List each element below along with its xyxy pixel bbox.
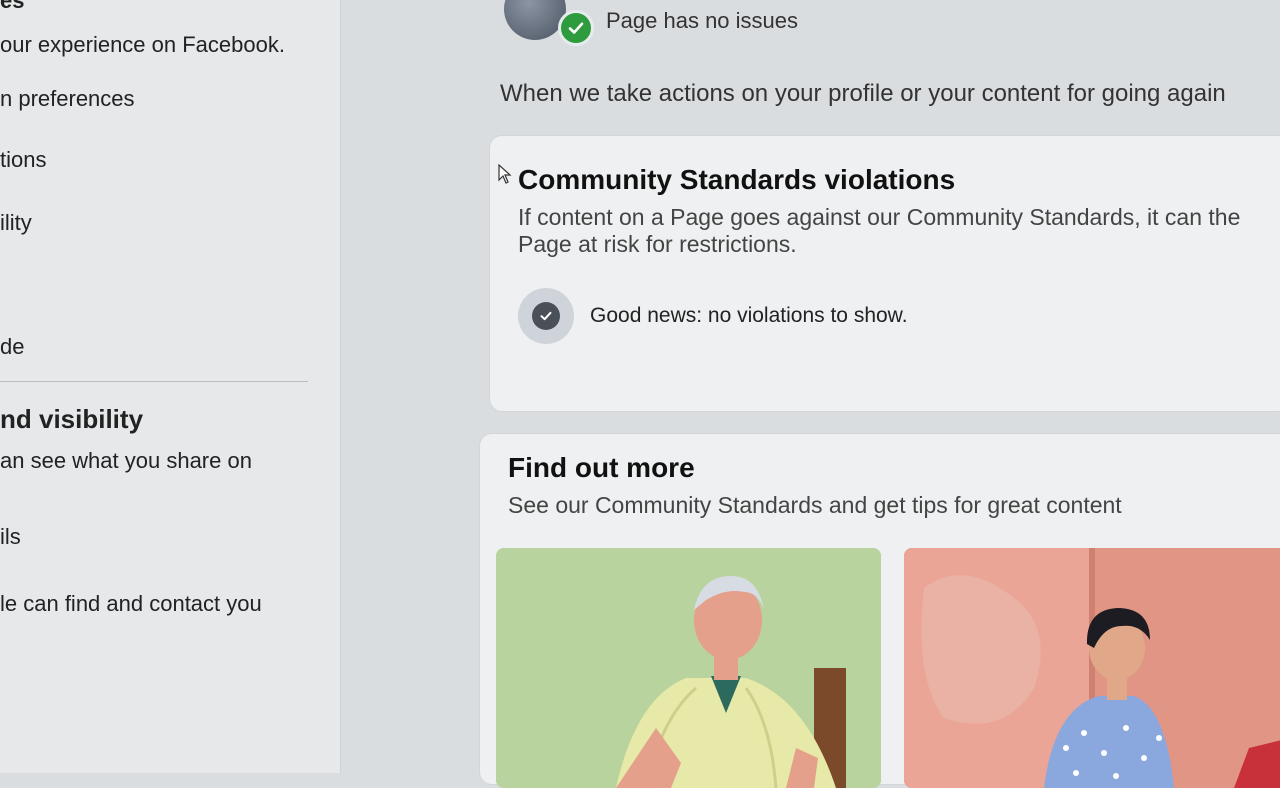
find-out-more-title: Find out more [508,452,695,483]
tip-card-image[interactable] [904,548,1280,788]
main-content: Page has no issues When we take actions … [342,0,1280,788]
sidebar-item-notifications[interactable]: tions [0,147,46,173]
cursor-icon [498,163,512,190]
no-violations-icon [518,288,574,344]
sidebar-subtitle: our experience on Facebook. [0,32,285,57]
intro-text: When we take actions on your profile or … [500,80,1226,107]
illustration-elderly-man [496,548,881,788]
sidebar-item-accessibility[interactable]: ility [0,210,32,236]
sidebar-divider [0,381,308,382]
violations-card: Community Standards violations If conten… [490,136,1280,411]
violations-description: If content on a Page goes against our Co… [518,204,1241,257]
illustration-woman [904,548,1280,788]
avatar[interactable] [504,0,566,40]
page-status-text: Page has no issues [606,8,799,33]
sidebar-title: es [0,0,25,13]
find-out-more-card: Find out more See our Community Standard… [480,434,1280,788]
sidebar-section-subtitle: an see what you share on [0,448,252,473]
violations-title: Community Standards violations [518,164,956,195]
check-circle-icon [558,10,594,46]
sidebar-item-preferences[interactable]: n preferences [0,86,135,112]
sidebar-item-details[interactable]: ils [0,524,21,550]
page-status-row: Page has no issues [502,0,902,50]
tip-card-image[interactable] [496,548,881,788]
no-violations-text: Good news: no violations to show. [590,304,908,327]
sidebar-section-title: nd visibility [0,404,144,434]
find-out-more-description: See our Community Standards and get tips… [508,492,1122,518]
sidebar-item-mode[interactable]: de [0,334,24,360]
sidebar-item-find-contact[interactable]: le can find and contact you [0,591,262,617]
settings-sidebar: es our experience on Facebook. n prefere… [0,0,341,773]
